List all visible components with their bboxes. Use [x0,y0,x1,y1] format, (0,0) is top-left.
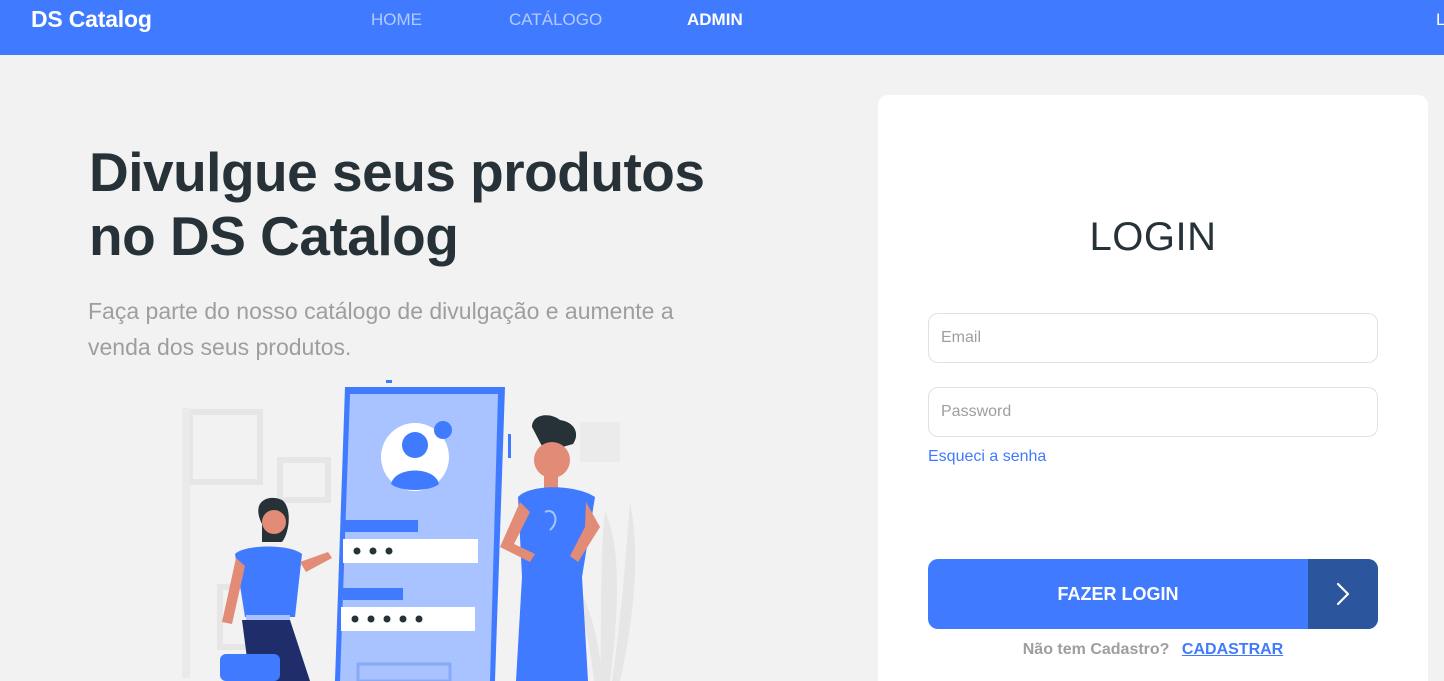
hero-subtitle: Faça parte do nosso catálogo de divulgaç… [88,293,728,365]
hero-title: Divulgue seus produtos no DS Catalog [89,140,789,268]
chevron-right-icon [1308,559,1378,629]
hero-subtitle-line-1: Faça parte do nosso catálogo de divulgaç… [88,298,674,324]
nav-link-login[interactable]: L [1436,10,1444,30]
navbar: DS Catalog HOME CATÁLOGO ADMIN L [0,0,1444,55]
nav-link-catalog[interactable]: CATÁLOGO [509,10,602,30]
no-account-text: Não tem Cadastro? [1022,641,1170,658]
hero-subtitle-line-2: venda dos seus produtos. [88,334,352,360]
forgot-password-link[interactable]: Esqueci a senha [928,448,1046,466]
woman-figure [220,497,332,681]
login-button-label: FAZER LOGIN [1057,584,1179,604]
nav-link-home[interactable]: HOME [371,10,422,30]
login-button[interactable]: FAZER LOGIN [928,559,1378,629]
hero-title-line-1: Divulgue seus produtos [89,141,705,203]
hero-title-line-2: no DS Catalog [89,205,459,267]
nav-link-admin[interactable]: ADMIN [687,10,743,30]
signup-link[interactable]: CADASTRAR [1182,641,1283,658]
login-card: LOGIN Esqueci a senha FAZER LOGIN Não te… [878,95,1428,681]
signup-row: Não tem Cadastro? CADASTRAR [878,641,1428,659]
phone [335,380,511,681]
login-illustration [182,380,636,681]
login-title: LOGIN [1089,215,1217,259]
email-input[interactable] [928,313,1378,363]
brand-logo[interactable]: DS Catalog [31,6,152,33]
password-input[interactable] [928,387,1378,437]
